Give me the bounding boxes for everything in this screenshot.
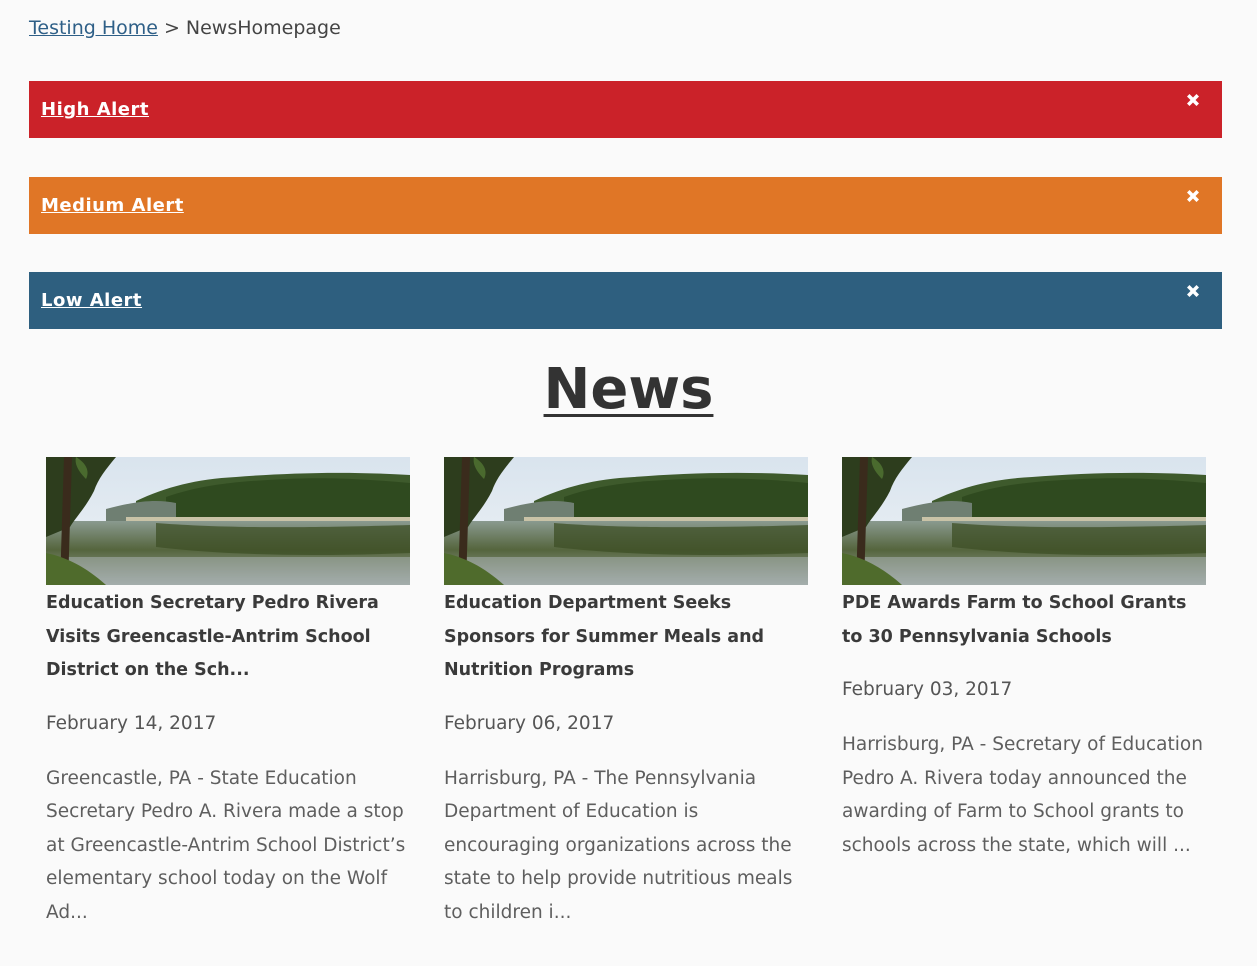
alert-high: High Alert xyxy=(29,81,1222,138)
news-card: Education Secretary Pedro Rivera Visits … xyxy=(46,457,410,929)
alert-low: Low Alert xyxy=(29,272,1222,329)
article-title[interactable]: Education Department Seeks Sponsors for … xyxy=(444,587,808,688)
news-heading: News xyxy=(0,352,1257,428)
article-date: February 06, 2017 xyxy=(444,712,615,734)
breadcrumb: Testing Home > NewsHomepage xyxy=(29,14,341,42)
article-excerpt: Greencastle, PA - State Education Secret… xyxy=(46,767,406,923)
alert-high-link[interactable]: High Alert xyxy=(41,81,149,138)
news-card: Education Department Seeks Sponsors for … xyxy=(444,457,808,929)
article-date: February 14, 2017 xyxy=(46,712,217,734)
close-icon[interactable] xyxy=(1184,187,1202,205)
alert-medium-link[interactable]: Medium Alert xyxy=(41,177,184,234)
close-icon[interactable] xyxy=(1184,91,1202,109)
news-card: PDE Awards Farm to School Grants to 30 P… xyxy=(842,457,1206,862)
breadcrumb-current: NewsHomepage xyxy=(185,17,341,39)
article-image[interactable] xyxy=(842,457,1206,585)
breadcrumb-home-link[interactable]: Testing Home xyxy=(29,17,158,39)
news-heading-text[interactable]: News xyxy=(544,357,714,422)
breadcrumb-separator: > xyxy=(163,17,180,39)
article-title[interactable]: PDE Awards Farm to School Grants to 30 P… xyxy=(842,587,1206,654)
article-title[interactable]: Education Secretary Pedro Rivera Visits … xyxy=(46,587,410,688)
alert-low-link[interactable]: Low Alert xyxy=(41,272,142,329)
page: Testing Home > NewsHomepage High Alert Med… xyxy=(0,0,1257,966)
article-image[interactable] xyxy=(444,457,808,585)
article-date: February 03, 2017 xyxy=(842,679,1013,700)
article-image[interactable] xyxy=(46,457,410,585)
article-excerpt: Harrisburg, PA - The Pennsylvania Depart… xyxy=(444,767,793,923)
alert-medium: Medium Alert xyxy=(29,177,1222,234)
close-icon[interactable] xyxy=(1184,282,1202,300)
article-excerpt: Harrisburg, PA - Secretary of Education … xyxy=(842,734,1203,856)
